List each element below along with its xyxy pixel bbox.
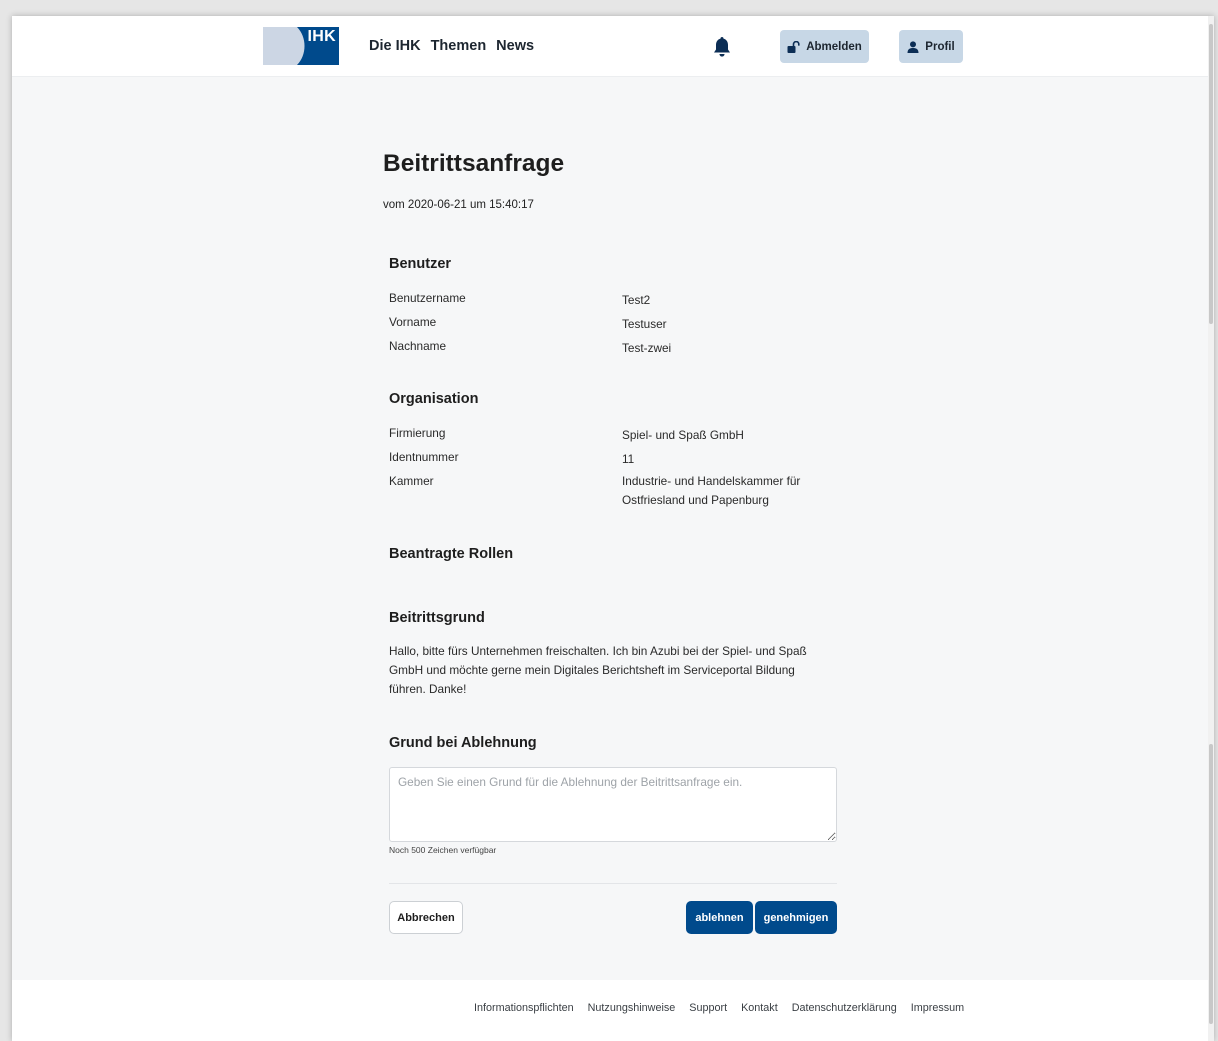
unlock-icon xyxy=(787,40,800,53)
reason-text: Hallo, bitte fürs Unternehmen freischalt… xyxy=(389,644,807,696)
main-navigation: Die IHK Themen News xyxy=(369,38,534,54)
footer-link-informationspflichten[interactable]: Informationspflichten xyxy=(474,1002,574,1014)
row-label: Benutzername xyxy=(389,291,466,305)
user-icon xyxy=(907,40,919,53)
row-value: Industrie- und Handelskammer für Ostfrie… xyxy=(622,474,801,507)
rejection-section-heading: Grund bei Ablehnung xyxy=(389,735,537,751)
page-title: Beitrittsanfrage xyxy=(383,150,565,177)
ihk-logo[interactable]: IHK xyxy=(263,27,339,65)
footer-link-impressum[interactable]: Impressum xyxy=(911,1002,964,1014)
row-label: Identnummer xyxy=(389,450,459,464)
logo-text: IHK xyxy=(307,28,336,45)
organisation-section-heading: Organisation xyxy=(389,391,479,407)
footer-links: Informationspflichten Nutzungshinweise S… xyxy=(474,1002,964,1014)
footer-link-kontakt[interactable]: Kontakt xyxy=(741,1002,778,1014)
logout-label: Abmelden xyxy=(806,40,862,53)
cancel-button[interactable]: Abbrechen xyxy=(389,901,463,934)
row-label: Vorname xyxy=(389,315,437,329)
nav-news[interactable]: News xyxy=(496,38,534,54)
reject-button[interactable]: ablehnen xyxy=(686,901,753,934)
footer-link-datenschutz[interactable]: Datenschutzerklärung xyxy=(792,1002,897,1014)
footer-link-nutzungshinweise[interactable]: Nutzungshinweise xyxy=(588,1002,676,1014)
reason-section-heading: Beitrittsgrund xyxy=(389,610,485,626)
row-value: Test2 xyxy=(622,293,651,307)
site-header: IHK Die IHK Themen News Abmelden Profil xyxy=(12,16,1214,77)
vertical-scrollbar[interactable] xyxy=(1208,16,1214,1041)
row-value: Spiel- und Spaß GmbH xyxy=(622,428,744,442)
approve-button[interactable]: genehmigen xyxy=(755,901,837,934)
user-section-heading: Benutzer xyxy=(389,256,452,272)
row-label: Firmierung xyxy=(389,426,446,440)
divider xyxy=(389,883,837,884)
profile-button[interactable]: Profil xyxy=(899,30,963,63)
footer-link-support[interactable]: Support xyxy=(689,1002,727,1014)
nav-themen[interactable]: Themen xyxy=(431,38,487,54)
row-label: Kammer xyxy=(389,474,434,488)
logout-button[interactable]: Abmelden xyxy=(780,30,869,63)
nav-die-ihk[interactable]: Die IHK xyxy=(369,38,421,54)
profile-label: Profil xyxy=(925,40,955,53)
character-counter: Noch 500 Zeichen verfügbar xyxy=(389,845,497,855)
browser-viewport: IHK Die IHK Themen News Abmelden Profil … xyxy=(12,16,1214,1041)
site-footer: Informationspflichten Nutzungshinweise S… xyxy=(12,980,1214,1041)
request-date: vom 2020-06-21 um 15:40:17 xyxy=(383,199,534,211)
row-label: Nachname xyxy=(389,339,447,353)
scrollbar-thumb[interactable] xyxy=(1209,24,1213,324)
scrollbar-thumb-lower[interactable] xyxy=(1209,744,1213,1024)
row-value: 11 xyxy=(622,452,635,466)
row-value: Test-zwei xyxy=(622,341,672,355)
rejection-reason-input[interactable] xyxy=(389,767,837,842)
bell-icon[interactable] xyxy=(712,36,732,58)
roles-section-heading: Beantragte Rollen xyxy=(389,546,514,562)
row-value: Testuser xyxy=(622,317,667,331)
